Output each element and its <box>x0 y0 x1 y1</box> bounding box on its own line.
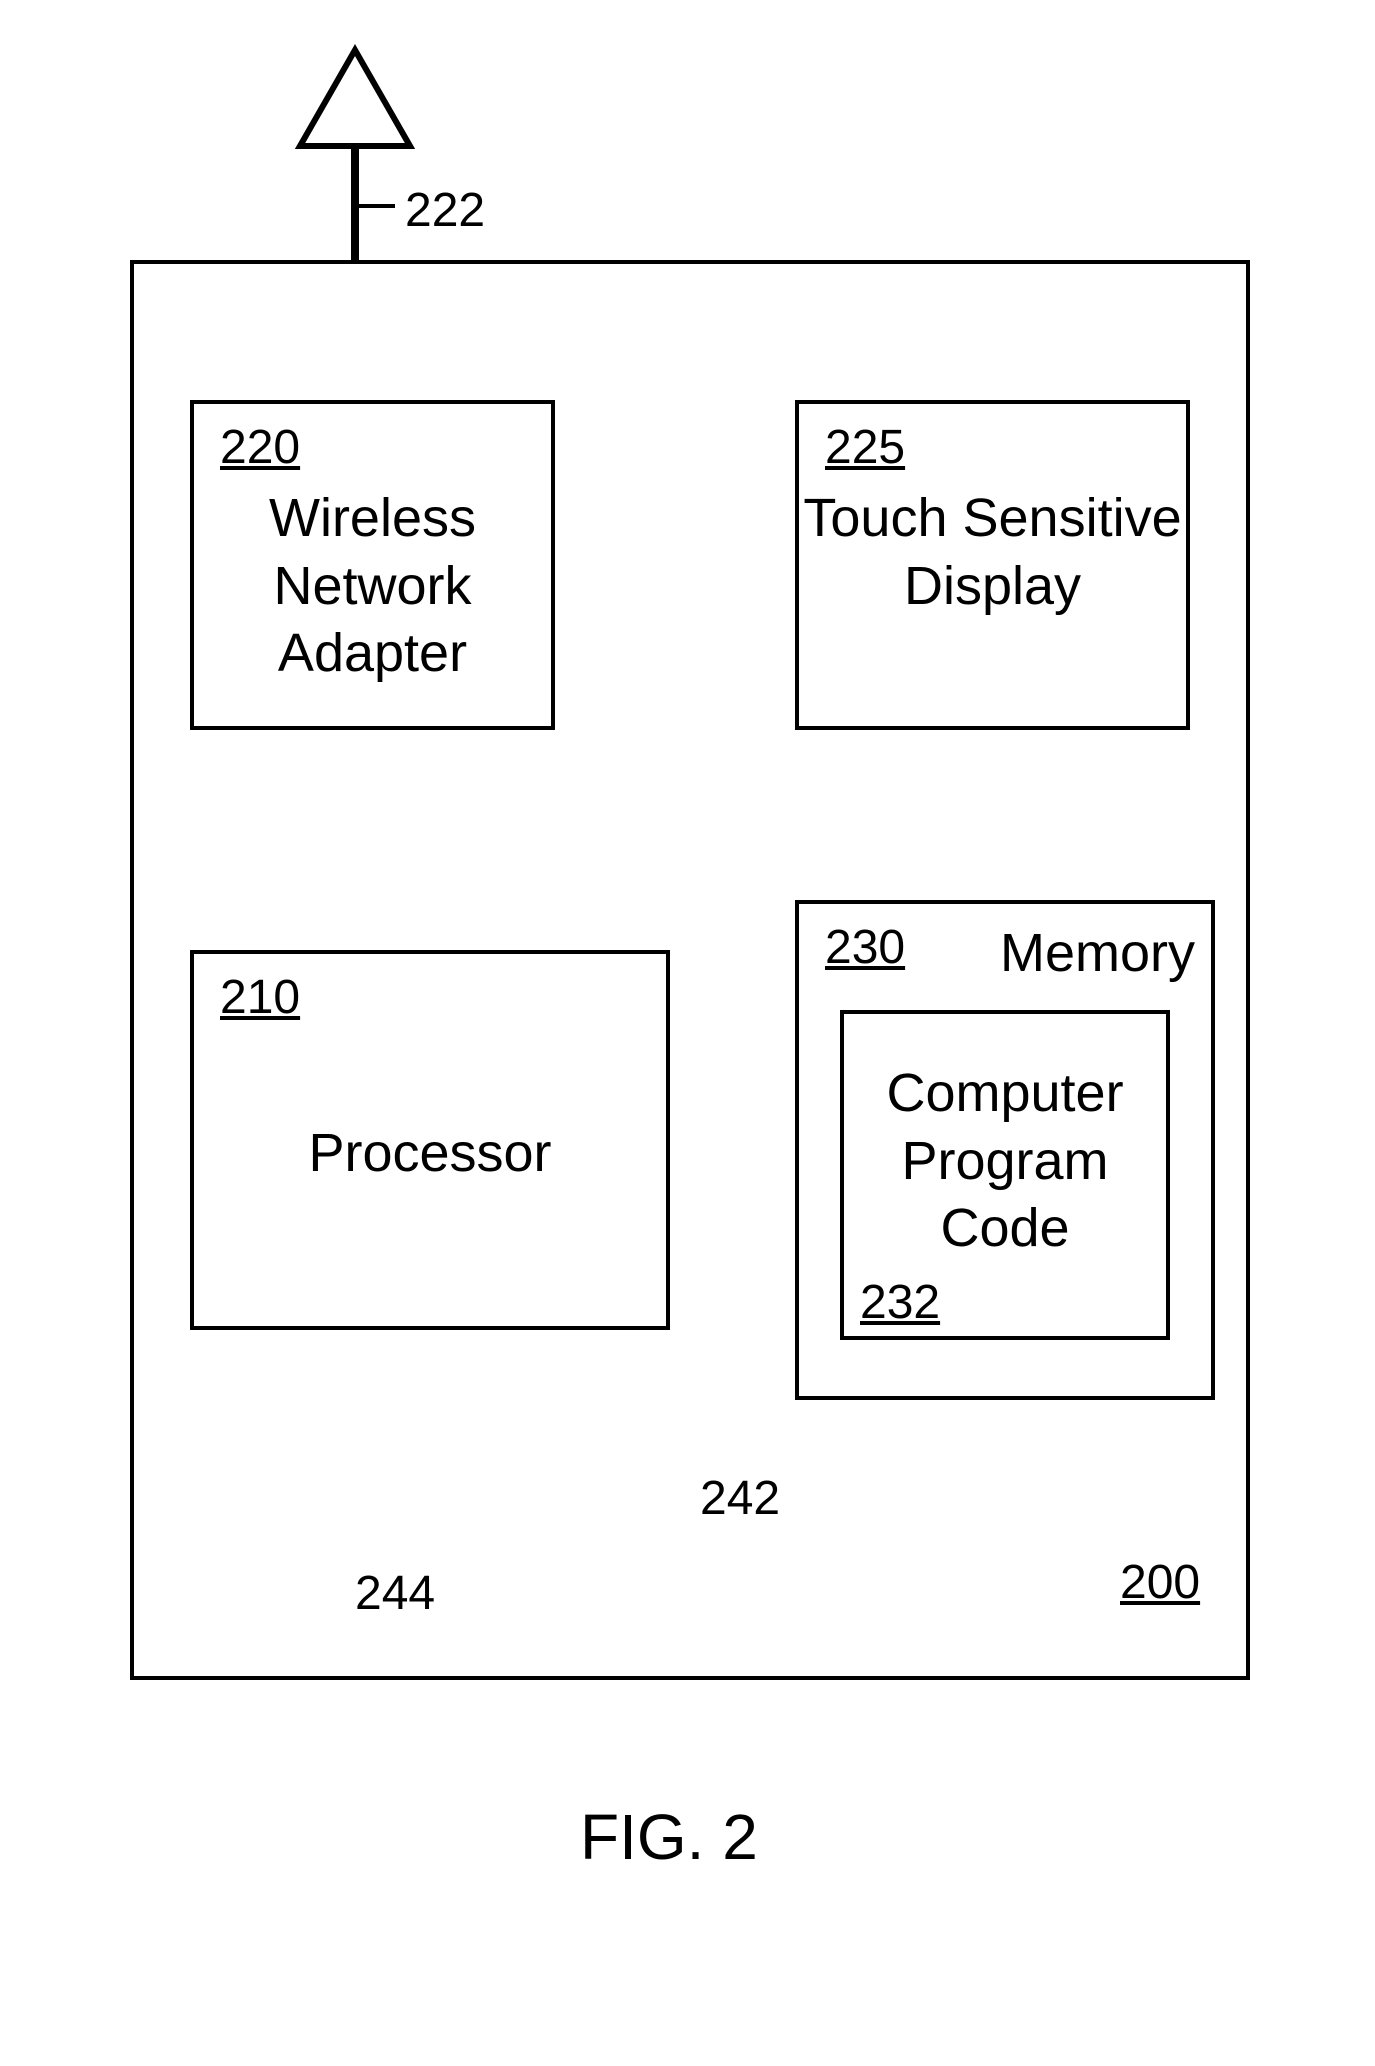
code-label: Computer Program Code <box>845 1060 1165 1263</box>
adapter-ref: 220 <box>220 420 300 475</box>
display-ref: 225 <box>825 420 905 475</box>
memory-label: Memory <box>1000 920 1195 988</box>
page: 200 222 220 Wireless Network Adapter 225… <box>0 0 1375 2066</box>
processor-ref: 210 <box>220 970 300 1025</box>
figure-caption: FIG. 2 <box>580 1800 758 1874</box>
display-label: Touch Sensitive Display <box>800 485 1185 620</box>
processor-label: Processor <box>210 1120 650 1188</box>
adapter-label: Wireless Network Adapter <box>195 485 550 688</box>
mic-ref: 244 <box>355 1565 435 1623</box>
antenna-ref: 222 <box>405 182 485 240</box>
device-ref: 200 <box>1120 1555 1200 1610</box>
speaker-ref: 242 <box>700 1470 780 1528</box>
memory-ref: 230 <box>825 920 905 975</box>
code-ref: 232 <box>860 1275 940 1330</box>
